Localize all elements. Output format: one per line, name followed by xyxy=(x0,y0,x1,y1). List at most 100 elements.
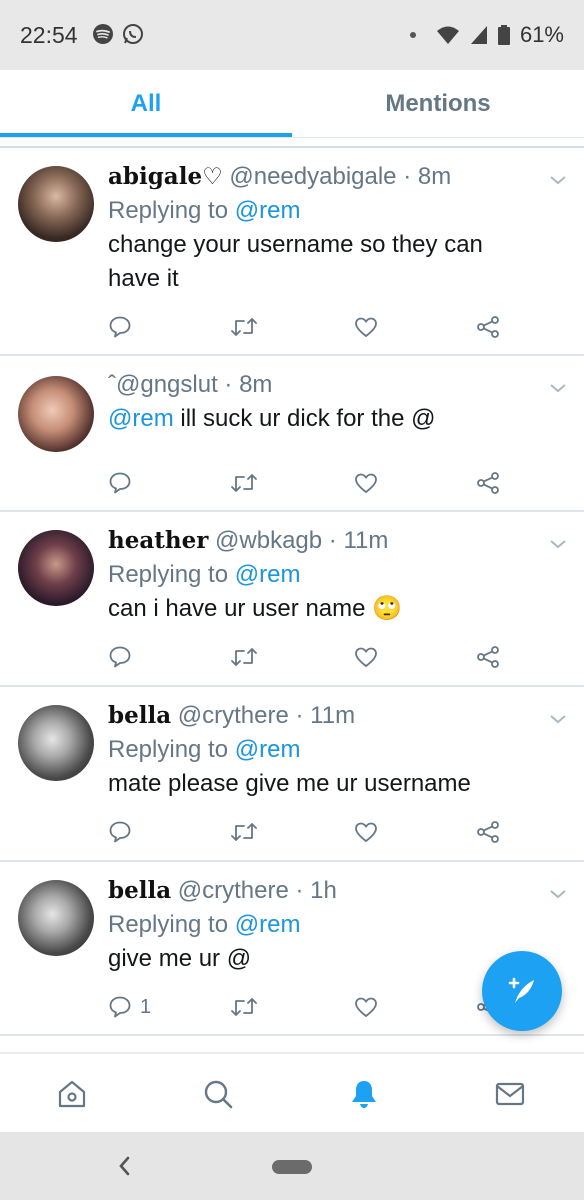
like-icon xyxy=(355,647,377,668)
display-name[interactable]: heather xyxy=(108,527,208,554)
like-button[interactable] xyxy=(354,642,378,672)
like-icon xyxy=(355,997,377,1018)
retweet-icon xyxy=(231,648,257,666)
like-icon xyxy=(355,317,377,338)
share-icon xyxy=(477,316,499,338)
face-with-rolling-eyes-emoji: 🙄 xyxy=(372,595,403,622)
username[interactable]: @needyabigale xyxy=(229,163,396,190)
nav-messages[interactable] xyxy=(490,1074,530,1114)
compose-icon xyxy=(508,977,534,1003)
search-icon xyxy=(204,1080,233,1109)
wifi-icon xyxy=(436,26,459,44)
display-name[interactable]: bella xyxy=(108,702,171,729)
home-gesture-pill[interactable] xyxy=(272,1160,312,1174)
reply-icon xyxy=(109,646,131,668)
like-button[interactable] xyxy=(354,817,378,847)
status-time: 22:54 xyxy=(20,22,78,48)
reply-button[interactable] xyxy=(108,642,140,672)
like-button[interactable] xyxy=(354,468,378,498)
username[interactable]: ˆ@gngslut xyxy=(108,371,218,398)
like-icon xyxy=(355,822,377,843)
replying-label: Replying to xyxy=(108,911,229,938)
avatar[interactable] xyxy=(18,166,94,242)
replying-to-link[interactable]: @rem xyxy=(235,911,301,938)
tweet-text: change your username so they can have it xyxy=(108,231,483,292)
share-button[interactable] xyxy=(476,642,500,672)
username[interactable]: @crythere xyxy=(178,877,289,904)
display-name[interactable]: bella xyxy=(108,877,171,904)
tweet-text: ill suck ur dick for the @ xyxy=(173,405,436,432)
share-icon xyxy=(477,646,499,668)
notification-dot xyxy=(409,32,416,38)
timestamp: 1h xyxy=(310,877,337,904)
retweet-icon xyxy=(231,318,257,336)
tweet-text: can i have ur user name xyxy=(108,595,366,622)
username[interactable]: @crythere xyxy=(178,702,289,729)
avatar[interactable] xyxy=(18,530,94,606)
chevron-down-icon[interactable] xyxy=(548,709,568,729)
replying-label: Replying to xyxy=(108,197,229,224)
share-button[interactable] xyxy=(476,817,500,847)
mention-link[interactable]: @rem xyxy=(108,405,174,432)
status-bar: 22:54 61% xyxy=(0,0,584,70)
chevron-down-icon[interactable] xyxy=(548,378,568,398)
signal-icon xyxy=(470,26,487,44)
avatar[interactable] xyxy=(18,705,94,781)
tweet-text: give me ur @ xyxy=(108,945,252,972)
notification-tabs: All Mentions xyxy=(0,70,584,138)
battery-icon xyxy=(497,25,510,45)
share-button[interactable] xyxy=(476,468,500,498)
timestamp: 8m xyxy=(239,371,273,398)
timestamp: 11m xyxy=(310,702,356,729)
reply-icon xyxy=(109,472,131,494)
reply-count: 1 xyxy=(140,995,152,1018)
avatar[interactable] xyxy=(18,376,94,452)
reply-button[interactable] xyxy=(108,468,140,498)
bell-icon xyxy=(352,1081,376,1108)
reply-icon xyxy=(109,821,131,843)
timestamp: 11m xyxy=(343,527,389,554)
username[interactable]: @wbkagb xyxy=(215,527,322,554)
chevron-down-icon[interactable] xyxy=(548,884,568,904)
replying-to-link[interactable]: @rem xyxy=(235,736,301,763)
share-icon xyxy=(477,472,499,494)
retweet-icon xyxy=(231,823,257,841)
retweet-button[interactable] xyxy=(230,312,258,342)
compose-tweet-button[interactable] xyxy=(482,951,562,1031)
retweet-button[interactable] xyxy=(230,817,258,847)
retweet-button[interactable] xyxy=(230,642,258,672)
system-navigation-bar xyxy=(0,1132,584,1200)
retweet-button[interactable] xyxy=(230,992,258,1022)
tab-all[interactable]: All xyxy=(0,70,292,138)
like-button[interactable] xyxy=(354,992,378,1022)
reply-button[interactable] xyxy=(108,817,140,847)
tweet[interactable]: abigale♡ @needyabigale · 8m Replying to … xyxy=(0,148,584,356)
avatar[interactable] xyxy=(18,880,94,956)
share-icon xyxy=(477,821,499,843)
back-icon[interactable] xyxy=(114,1152,134,1180)
tab-mentions[interactable]: Mentions xyxy=(292,70,584,138)
like-icon xyxy=(355,473,377,494)
tweet[interactable]: bella @crythere · 11m Replying to @rem m… xyxy=(0,687,584,861)
home-icon xyxy=(58,1080,86,1108)
replying-label: Replying to xyxy=(108,561,229,588)
whatsapp-icon xyxy=(123,24,143,44)
reply-button[interactable] xyxy=(108,312,140,342)
replying-to-link[interactable]: @rem xyxy=(235,561,301,588)
share-button[interactable] xyxy=(476,312,500,342)
reply-button[interactable]: 1 xyxy=(108,992,151,1022)
chevron-down-icon[interactable] xyxy=(548,534,568,554)
like-button[interactable] xyxy=(354,312,378,342)
tweet-separator xyxy=(0,1034,584,1036)
display-name[interactable]: abigale♡ xyxy=(108,163,223,190)
reply-icon xyxy=(109,316,131,338)
nav-search[interactable] xyxy=(198,1074,238,1114)
retweet-button[interactable] xyxy=(230,468,258,498)
nav-home[interactable] xyxy=(52,1074,92,1114)
battery-percent: 61% xyxy=(519,22,564,47)
replying-to-link[interactable]: @rem xyxy=(235,197,301,224)
tweet[interactable]: ˆ@gngslut · 8m @rem ill suck ur dick for… xyxy=(0,356,584,511)
nav-notifications[interactable] xyxy=(344,1074,384,1114)
chevron-down-icon[interactable] xyxy=(548,170,568,190)
tweet[interactable]: heather @wbkagb · 11m Replying to @rem c… xyxy=(0,512,584,686)
